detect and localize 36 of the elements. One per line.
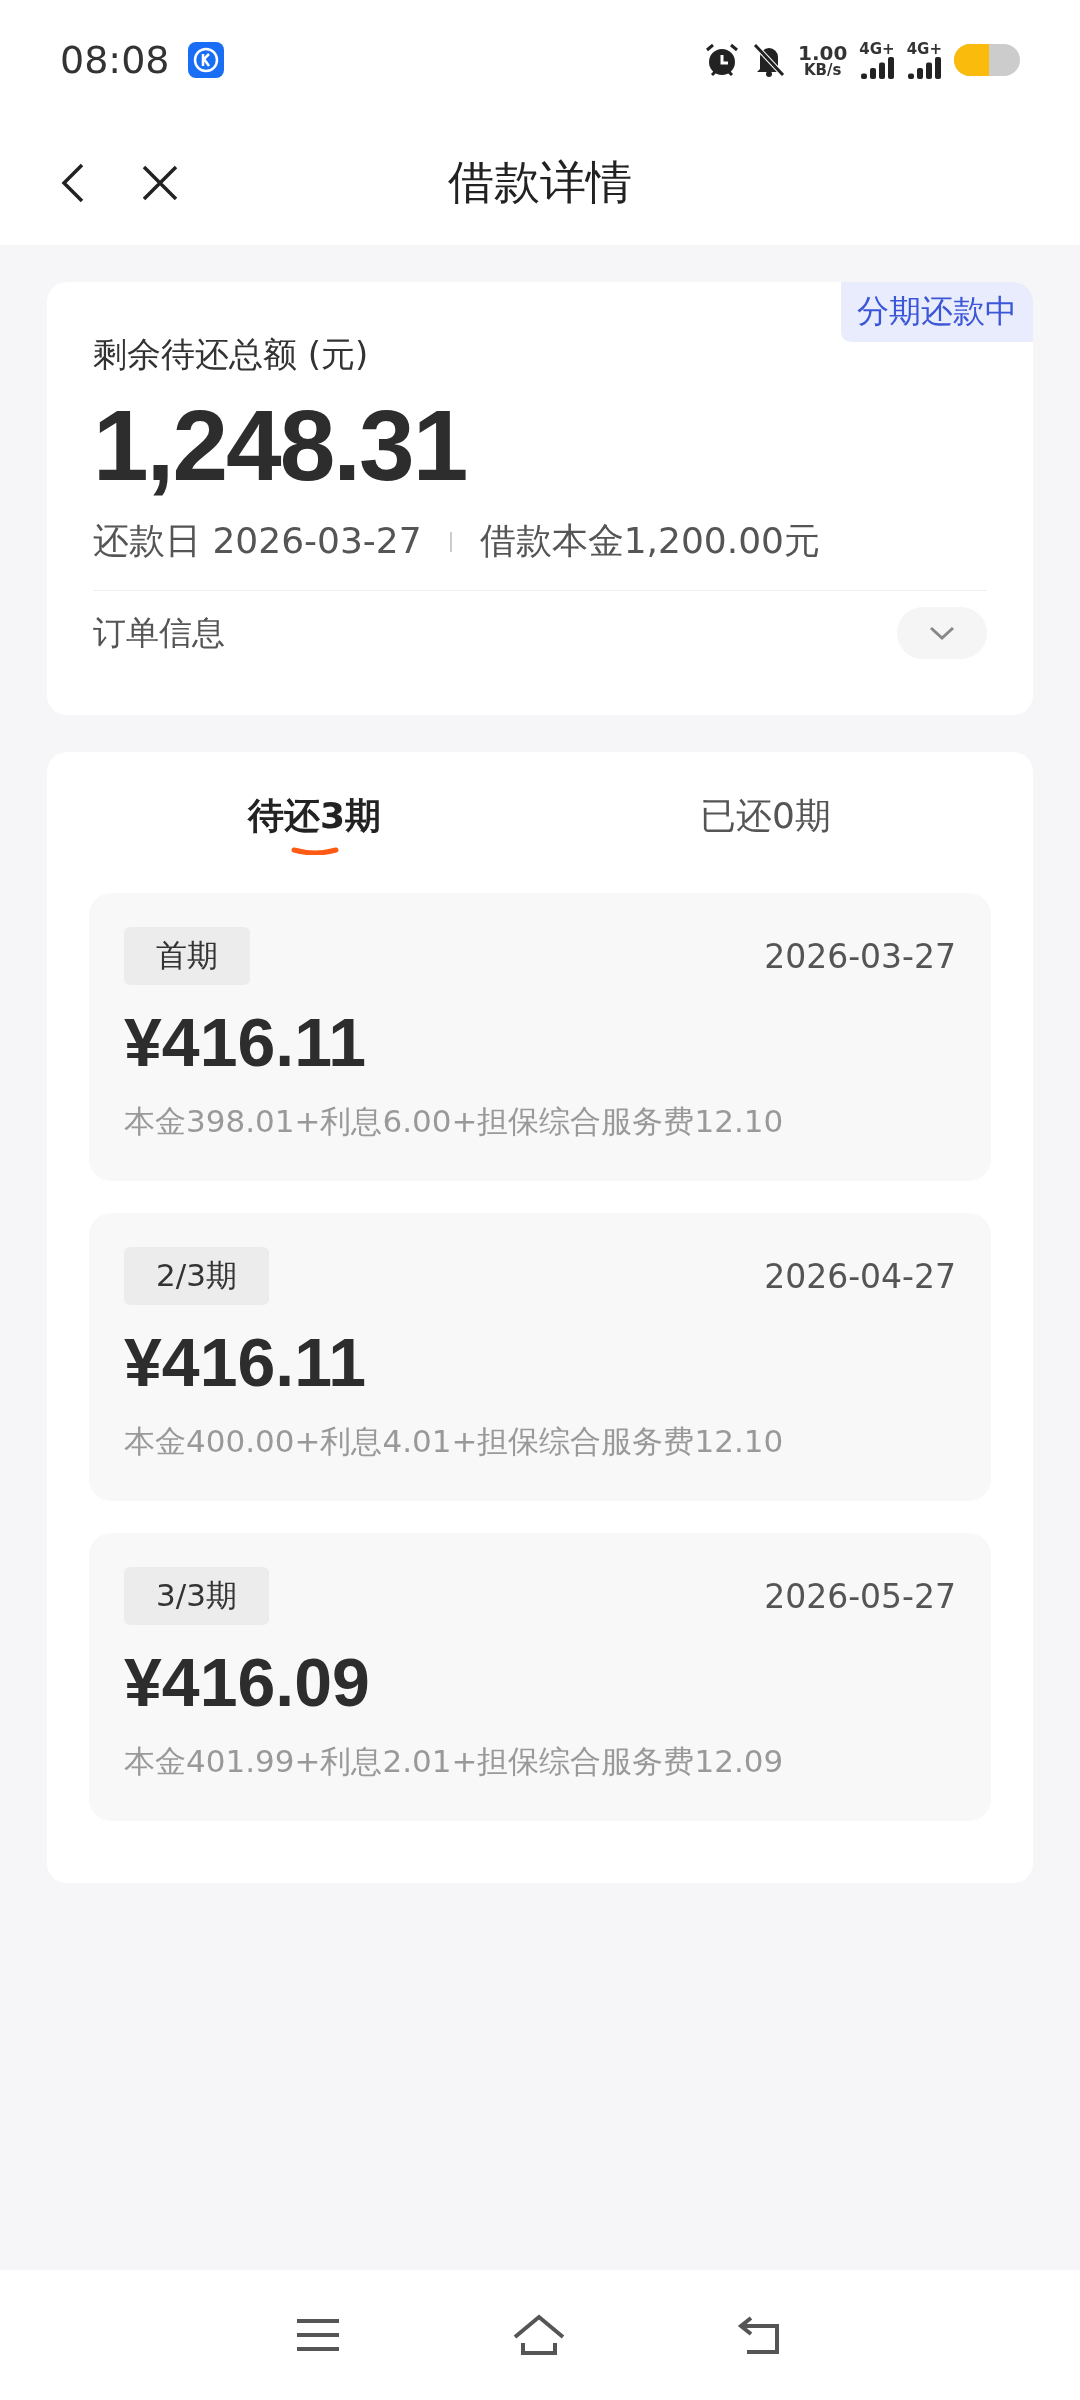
signal-icon	[908, 56, 942, 79]
mute-bell-icon	[752, 42, 786, 78]
remaining-amount: 1,248.31	[93, 388, 468, 503]
installment-breakdown: 本金400.00+利息4.01+担保综合服务费12.10	[124, 1422, 785, 1461]
speed-unit: KB/s	[803, 62, 842, 78]
home-button[interactable]	[511, 2313, 567, 2357]
installment-date: 2026-03-27	[764, 936, 956, 976]
network-speed: 1.00	[798, 42, 848, 63]
installment-amount: ¥416.11	[124, 1003, 368, 1081]
due-date: 还款日 2026-03-27	[93, 519, 422, 563]
menu-button[interactable]	[295, 2317, 341, 2353]
battery-icon	[954, 44, 1020, 76]
installment-breakdown: 本金401.99+利息2.01+担保综合服务费12.09	[124, 1742, 785, 1781]
signal-icon	[860, 56, 895, 79]
tab-underline	[290, 847, 339, 855]
installment-amount: ¥416.09	[124, 1643, 371, 1721]
page-title: 借款详情	[448, 153, 632, 211]
chevron-icon	[928, 625, 956, 641]
installment-date: 2026-05-27	[764, 1576, 956, 1616]
loan-principal: 借款本金1,200.00元	[479, 519, 820, 563]
network-type: 4G+	[859, 41, 895, 57]
period-tag: 2/3期	[124, 1247, 269, 1305]
app-notification-icon	[187, 42, 224, 78]
installment-breakdown: 本金398.01+利息6.00+担保综合服务费12.10	[124, 1102, 785, 1141]
remaining-label: 剩余待还总额 (元)	[93, 333, 370, 376]
period-tag: 首期	[124, 927, 250, 985]
status-badge: 分期还款中	[841, 282, 1033, 342]
installment-amount: ¥416.11	[124, 1323, 368, 1401]
status-time: 08:08	[60, 38, 170, 82]
installment-date: 2026-04-27	[764, 1256, 956, 1296]
period-tag: 3/3期	[124, 1567, 269, 1625]
alarm-icon	[704, 42, 740, 78]
order-info-label: 订单信息	[93, 611, 225, 654]
installment-tab[interactable]: 待还3期	[89, 782, 540, 865]
installment-tab[interactable]: 已还0期	[540, 782, 991, 865]
network-type: 4G+	[906, 41, 942, 57]
